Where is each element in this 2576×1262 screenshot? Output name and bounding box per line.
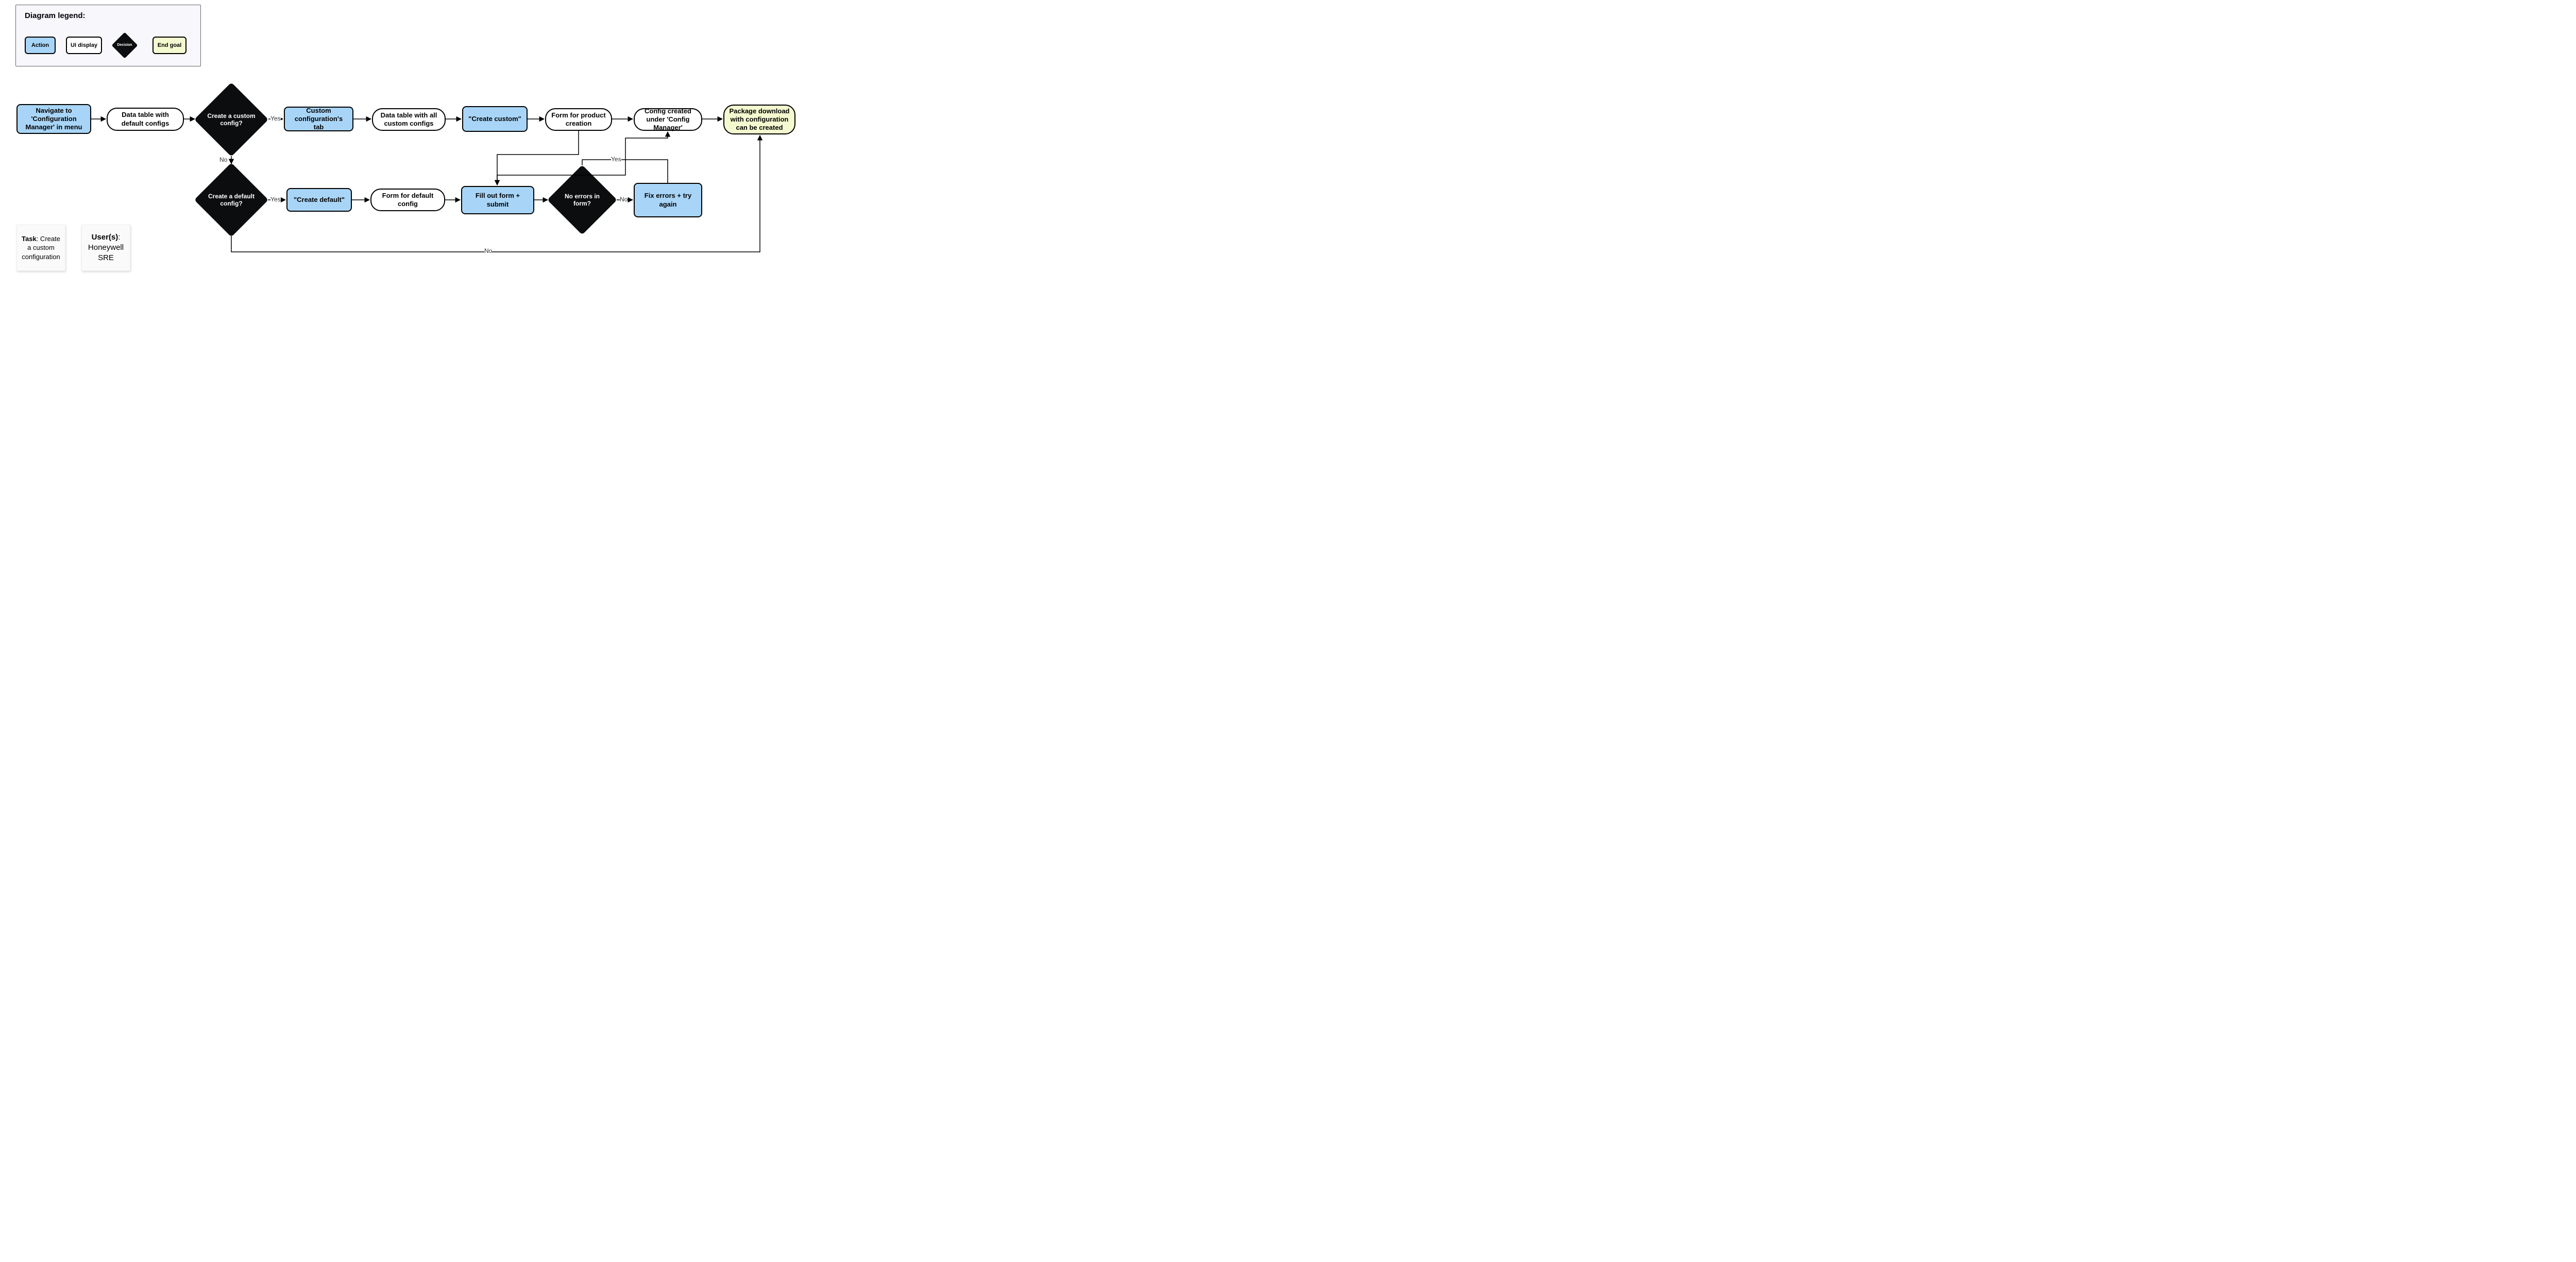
- node-create-custom: "Create custom": [462, 106, 528, 132]
- node-custom-q: Create a custom config?: [205, 93, 258, 146]
- node-form-product: Form for product creation: [545, 108, 612, 131]
- node-create-default: "Create default": [286, 188, 352, 212]
- label-custom-no: No: [219, 156, 227, 163]
- legend-ui: UI display: [66, 37, 102, 54]
- node-default-table: Data table with default configs: [107, 108, 184, 131]
- sticky-user-label: User(s): [92, 233, 118, 242]
- sticky-task: Task: Create a custom configuration: [16, 225, 65, 271]
- node-config-created: Config created under 'Config Manager': [634, 108, 702, 131]
- legend-goal: End goal: [152, 37, 187, 54]
- node-fix-errors: Fix errors + try again: [634, 183, 702, 217]
- label-default-no: No: [484, 247, 492, 254]
- legend-title: Diagram legend:: [25, 11, 86, 20]
- flowchart-canvas: Diagram legend: Action UI display Decisi…: [0, 0, 809, 303]
- label-errors-yes: Yes: [611, 156, 621, 163]
- label-default-yes: Yes: [270, 196, 281, 203]
- node-custom-table: Data table with all custom configs: [372, 108, 446, 131]
- legend-decision: Decision: [115, 36, 134, 55]
- node-no-errors-q: No errors in form?: [557, 175, 607, 225]
- node-custom-tab: Custom configuration's tab: [284, 107, 353, 131]
- label-custom-yes: Yes: [270, 115, 281, 122]
- node-form-default: Form for default config: [370, 189, 445, 211]
- sticky-task-label: Task: [22, 235, 37, 243]
- node-package-goal: Package download with configuration can …: [723, 105, 795, 134]
- legend-action: Action: [25, 37, 56, 54]
- node-fill-form: Fill out form + submit: [461, 186, 534, 214]
- node-default-q: Create a default config?: [205, 174, 258, 226]
- node-navigate: Navigate to 'Configuration Manager' in m…: [16, 104, 91, 134]
- label-errors-no: No: [620, 196, 628, 203]
- sticky-user: User(s): Honeywell SRE: [81, 225, 130, 271]
